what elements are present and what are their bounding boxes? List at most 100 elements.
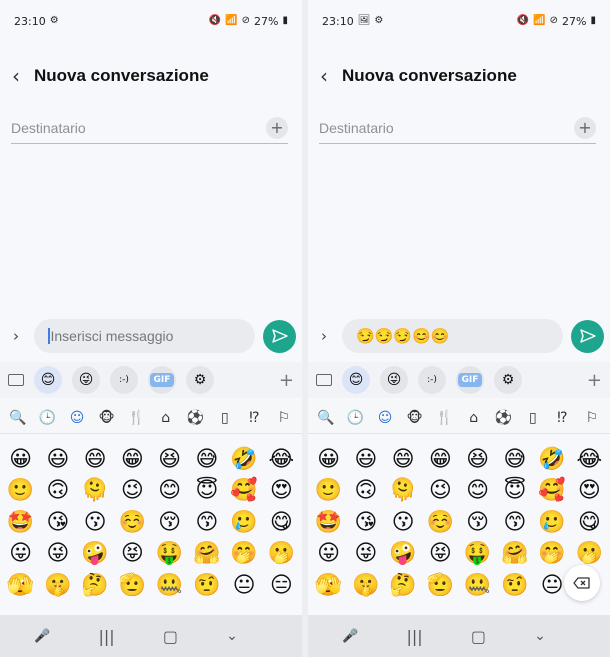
- message-input[interactable]: Inserisci messaggio: [34, 319, 255, 353]
- emoji-key[interactable]: 😅: [496, 444, 533, 476]
- symbols-icon[interactable]: ⁉: [552, 408, 572, 428]
- emoji-key[interactable]: 😑: [263, 570, 300, 602]
- emoji-key[interactable]: 🥰: [226, 476, 263, 508]
- emoji-key[interactable]: 🤣: [534, 444, 571, 476]
- emoji-key[interactable]: 😉: [422, 476, 459, 508]
- emoji-key[interactable]: ☺️: [422, 507, 459, 539]
- emoji-key[interactable]: 😆: [151, 444, 188, 476]
- emoji-key[interactable]: 🤔: [77, 570, 114, 602]
- emoji-key[interactable]: 😝: [114, 539, 151, 571]
- emoji-key[interactable]: 🤪: [77, 539, 114, 571]
- recent-icon[interactable]: 🕒: [38, 408, 58, 428]
- plus-icon[interactable]: +: [279, 370, 294, 391]
- emoji-key[interactable]: 🤩: [310, 507, 347, 539]
- emoji-key[interactable]: 🫢: [263, 539, 300, 571]
- plus-icon[interactable]: +: [587, 370, 602, 391]
- emoji-key[interactable]: 😛: [2, 539, 39, 571]
- places-icon[interactable]: ⌂: [156, 408, 176, 428]
- emoji-key[interactable]: 🫡: [114, 570, 151, 602]
- emoji-key[interactable]: 🥲: [534, 507, 571, 539]
- emoji-key[interactable]: 🤗: [496, 539, 533, 571]
- emoji-key[interactable]: 🫣: [2, 570, 39, 602]
- emoji-key[interactable]: 😊: [459, 476, 496, 508]
- emoji-key[interactable]: 🤐: [151, 570, 188, 602]
- chevron-down-icon[interactable]: ⌄: [534, 628, 546, 644]
- emoji-key[interactable]: 🤫: [39, 570, 76, 602]
- emoji-key[interactable]: 😘: [39, 507, 76, 539]
- emoji-key[interactable]: 😚: [459, 507, 496, 539]
- emoji-key[interactable]: 😀: [310, 444, 347, 476]
- objects-icon[interactable]: ▯: [523, 408, 543, 428]
- mic-icon[interactable]: 🎤: [34, 629, 50, 644]
- emoji-key[interactable]: 😄: [77, 444, 114, 476]
- emoji-key[interactable]: 😛: [310, 539, 347, 571]
- mic-icon[interactable]: 🎤: [342, 629, 358, 644]
- send-button[interactable]: [571, 319, 604, 353]
- emoji-key[interactable]: 😀: [2, 444, 39, 476]
- back-icon[interactable]: ‹: [320, 66, 328, 86]
- keyboard-icon[interactable]: [316, 374, 332, 386]
- activities-icon[interactable]: ⚽: [185, 408, 205, 428]
- animals-icon[interactable]: 🐵: [97, 408, 117, 428]
- search-icon[interactable]: 🔍: [316, 408, 336, 428]
- emoji-key[interactable]: 😃: [39, 444, 76, 476]
- emoji-key[interactable]: 😂: [263, 444, 300, 476]
- symbols-icon[interactable]: ⁉: [244, 408, 264, 428]
- emoji-key[interactable]: 🥲: [226, 507, 263, 539]
- places-icon[interactable]: ⌂: [464, 408, 484, 428]
- flags-icon[interactable]: ⚐: [274, 408, 294, 428]
- emoji-key[interactable]: 😍: [263, 476, 300, 508]
- emoji-key[interactable]: 😉: [114, 476, 151, 508]
- back-icon[interactable]: ‹: [12, 66, 20, 86]
- emoji-key[interactable]: 🫡: [422, 570, 459, 602]
- smileys-icon[interactable]: ☺: [375, 408, 395, 428]
- animals-icon[interactable]: 🐵: [405, 408, 425, 428]
- flags-icon[interactable]: ⚐: [582, 408, 602, 428]
- settings-icon[interactable]: ⚙: [494, 366, 522, 394]
- emoji-key[interactable]: 🫠: [77, 476, 114, 508]
- emoji-key[interactable]: 😜: [347, 539, 384, 571]
- settings-icon[interactable]: ⚙: [186, 366, 214, 394]
- emoji-key[interactable]: 😁: [422, 444, 459, 476]
- emoji-key[interactable]: 😆: [459, 444, 496, 476]
- search-icon[interactable]: 🔍: [8, 408, 28, 428]
- emoji-key[interactable]: 🤫: [347, 570, 384, 602]
- recent-icon[interactable]: 🕒: [346, 408, 366, 428]
- emoji-key[interactable]: 😙: [496, 507, 533, 539]
- emoji-tab[interactable]: 😊: [34, 366, 62, 394]
- keyboard-icon[interactable]: [8, 374, 24, 386]
- emoji-key[interactable]: 😝: [422, 539, 459, 571]
- add-recipient-button[interactable]: +: [574, 116, 596, 139]
- food-icon[interactable]: 🍴: [434, 408, 454, 428]
- emoji-key[interactable]: 🤣: [226, 444, 263, 476]
- gif-tab[interactable]: GIF: [148, 366, 176, 394]
- chevron-right-icon[interactable]: ›: [314, 327, 334, 345]
- emoji-key[interactable]: 🤩: [2, 507, 39, 539]
- recipient-field[interactable]: Destinatario +: [319, 112, 596, 144]
- emoji-key[interactable]: 🤨: [496, 570, 533, 602]
- emoji-key[interactable]: 😜: [39, 539, 76, 571]
- emoji-key[interactable]: 😋: [571, 507, 608, 539]
- emoji-key[interactable]: 🫠: [385, 476, 422, 508]
- add-recipient-button[interactable]: +: [266, 116, 288, 139]
- sticker-tab[interactable]: 😜: [380, 366, 408, 394]
- emoji-key[interactable]: 🤪: [385, 539, 422, 571]
- objects-icon[interactable]: ▯: [215, 408, 235, 428]
- activities-icon[interactable]: ⚽: [493, 408, 513, 428]
- emoji-key[interactable]: 😁: [114, 444, 151, 476]
- chevron-right-icon[interactable]: ›: [6, 327, 26, 345]
- emoji-key[interactable]: 😊: [151, 476, 188, 508]
- emoji-key[interactable]: 😋: [263, 507, 300, 539]
- emoji-key[interactable]: 🙂: [310, 476, 347, 508]
- emoji-tab[interactable]: 😊: [342, 366, 370, 394]
- emoji-key[interactable]: 🤑: [151, 539, 188, 571]
- emoji-key[interactable]: 🤑: [459, 539, 496, 571]
- emoji-key[interactable]: 🙃: [39, 476, 76, 508]
- emoji-key[interactable]: 🥰: [534, 476, 571, 508]
- emoji-key[interactable]: 🫣: [310, 570, 347, 602]
- emoji-key[interactable]: 😇: [188, 476, 225, 508]
- emoji-key[interactable]: 😚: [151, 507, 188, 539]
- emoji-key[interactable]: 😄: [385, 444, 422, 476]
- emoji-key[interactable]: 🤨: [188, 570, 225, 602]
- emoji-key[interactable]: 😐: [226, 570, 263, 602]
